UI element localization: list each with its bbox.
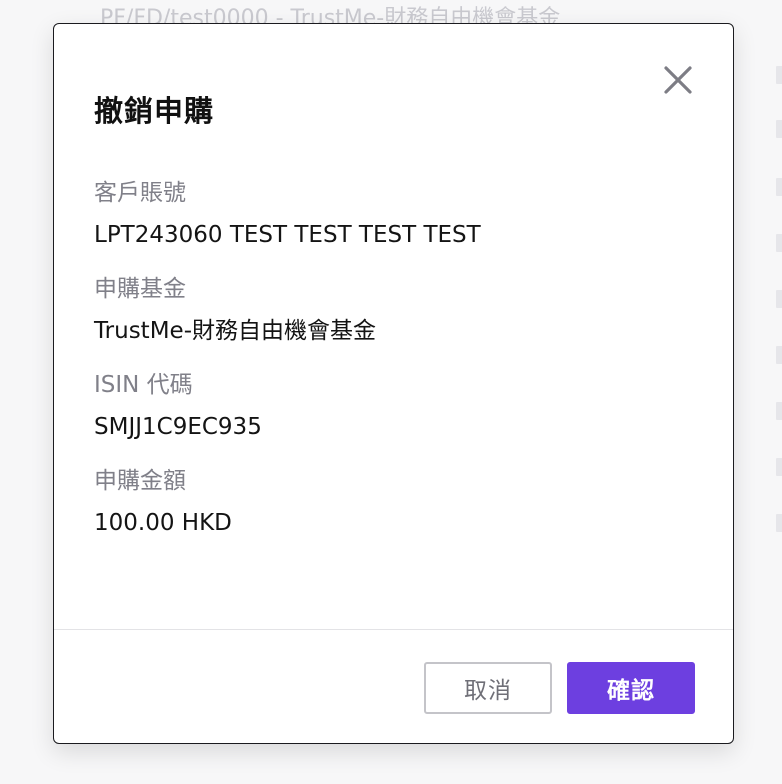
background-edge-marker [776,66,782,84]
close-icon [664,66,692,94]
background-edge-marker [776,234,782,252]
background-edge-marker [776,178,782,196]
field-value: TrustMe-財務自由機會基金 [94,318,376,344]
field-label: 客戶賬號 [94,180,186,206]
field-value: 100.00 HKD [94,510,232,536]
field-account: 客戶賬號 LPT243060 TEST TEST TEST TEST [94,178,481,250]
field-fund: 申購基金 TrustMe-財務自由機會基金 [94,274,376,346]
background-edge-marker [776,346,782,364]
background-edge-marker [776,120,782,138]
background-edge-marker [776,514,782,532]
field-label: ISIN 代碼 [94,372,193,398]
field-label: 申購金額 [94,468,186,494]
field-value: LPT243060 TEST TEST TEST TEST [94,222,481,248]
confirm-button[interactable]: 確認 [567,662,695,714]
cancel-subscription-dialog: 撤銷申購 客戶賬號 LPT243060 TEST TEST TEST TEST … [53,23,734,744]
field-label: 申購基金 [94,276,186,302]
background-edge-marker [776,458,782,476]
footer-divider [54,629,733,630]
field-amount: 申購金額 100.00 HKD [94,466,232,538]
field-value: SMJJ1C9EC935 [94,414,262,440]
close-button[interactable] [660,62,696,98]
dialog-title: 撤銷申購 [94,94,215,128]
background-page-title: PF/FD/test0000 - TrustMe-財務自由機會基金 [100,6,561,24]
background-edge-marker [776,402,782,420]
cancel-button[interactable]: 取消 [424,662,552,714]
field-isin: ISIN 代碼 SMJJ1C9EC935 [94,370,262,442]
background-edge-marker [776,290,782,308]
